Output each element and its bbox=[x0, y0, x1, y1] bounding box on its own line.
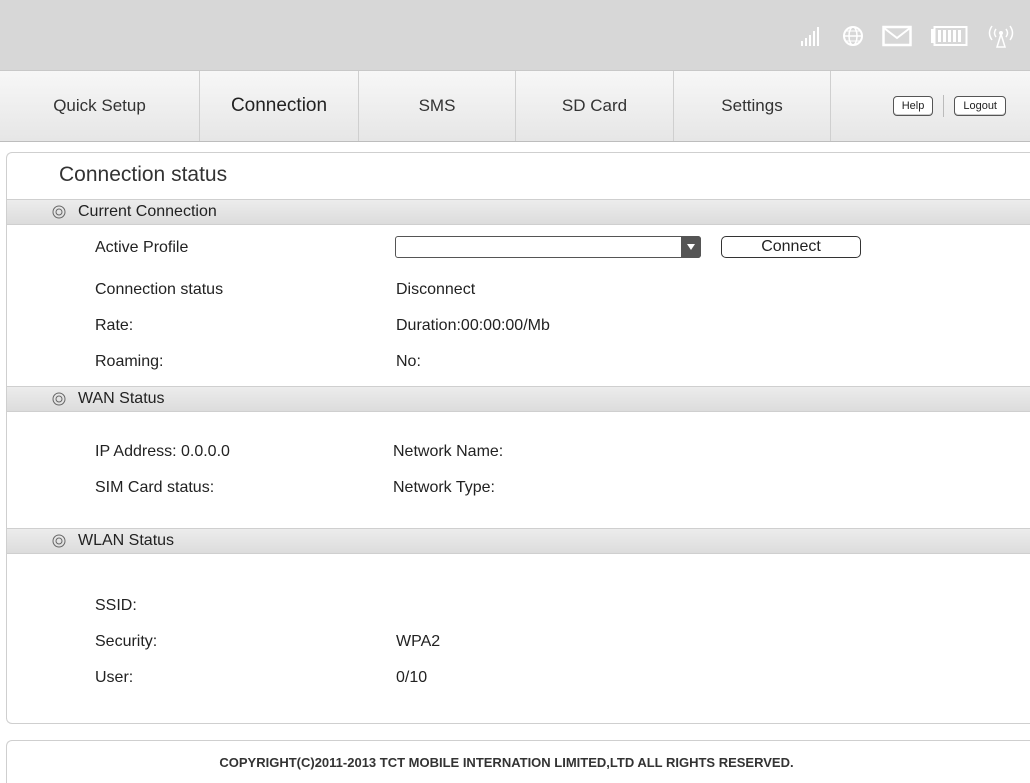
section-heading: Current Connection bbox=[78, 203, 217, 220]
rate-value: Duration:00:00:00/Mb bbox=[396, 317, 550, 334]
battery-icon bbox=[930, 25, 968, 47]
ssid-label: SSID: bbox=[95, 597, 137, 614]
status-icons bbox=[800, 22, 1016, 50]
help-button[interactable]: Help bbox=[892, 96, 934, 116]
active-profile-select[interactable] bbox=[395, 236, 701, 258]
connection-status-panel: Connection status Current Connection Act… bbox=[6, 152, 1030, 724]
network-type: Network Type: bbox=[393, 479, 495, 496]
user-value: 0/10 bbox=[396, 669, 428, 686]
user-label: User: bbox=[95, 669, 134, 686]
connection-status-label: Connection status bbox=[95, 281, 224, 298]
active-profile-label: Active Profile bbox=[95, 239, 189, 256]
nav-sd-card[interactable]: SD Card bbox=[516, 71, 674, 141]
dropdown-arrow-icon[interactable] bbox=[681, 236, 701, 258]
section-wlan-status: WLAN Status bbox=[7, 528, 1030, 554]
wifi-antenna-icon bbox=[986, 24, 1016, 48]
copyright-text: COPYRIGHT(C)2011-2013 TCT MOBILE INTERNA… bbox=[219, 754, 794, 770]
main-nav: Quick Setup Connection SMS SD Card Setti… bbox=[0, 70, 1030, 142]
internet-globe-icon bbox=[842, 25, 864, 47]
security-value: WPA2 bbox=[396, 633, 441, 650]
nav-quick-setup[interactable]: Quick Setup bbox=[0, 71, 200, 141]
page-title: Connection status bbox=[59, 163, 228, 186]
connection-status-value: Disconnect bbox=[396, 281, 476, 298]
rate-label: Rate: bbox=[95, 317, 134, 334]
section-current-connection: Current Connection bbox=[7, 199, 1030, 225]
roaming-label: Roaming: bbox=[95, 353, 164, 370]
nav-sms[interactable]: SMS bbox=[359, 71, 516, 141]
security-label: Security: bbox=[95, 633, 158, 650]
network-name: Network Name: bbox=[393, 443, 504, 460]
sms-envelope-icon bbox=[882, 25, 912, 47]
footer: COPYRIGHT(C)2011-2013 TCT MOBILE INTERNA… bbox=[6, 740, 1030, 783]
nav-settings[interactable]: Settings bbox=[674, 71, 831, 141]
logout-button[interactable]: Logout bbox=[954, 96, 1006, 116]
section-bullet-icon bbox=[52, 205, 66, 219]
nav-divider bbox=[943, 95, 945, 117]
top-status-bar bbox=[0, 0, 1030, 70]
sim-card-status: SIM Card status: bbox=[95, 479, 215, 496]
nav-actions: Help Logout bbox=[831, 71, 1030, 141]
section-wan-status: WAN Status bbox=[7, 386, 1030, 412]
nav-connection[interactable]: Connection bbox=[200, 71, 359, 141]
section-bullet-icon bbox=[52, 392, 66, 406]
signal-icon bbox=[800, 26, 824, 46]
section-heading: WAN Status bbox=[78, 390, 165, 407]
section-heading: WLAN Status bbox=[78, 532, 175, 549]
ip-address: IP Address: 0.0.0.0 bbox=[95, 443, 230, 460]
roaming-value: No: bbox=[396, 353, 421, 370]
connect-button[interactable]: Connect bbox=[721, 236, 861, 258]
section-bullet-icon bbox=[52, 534, 66, 548]
